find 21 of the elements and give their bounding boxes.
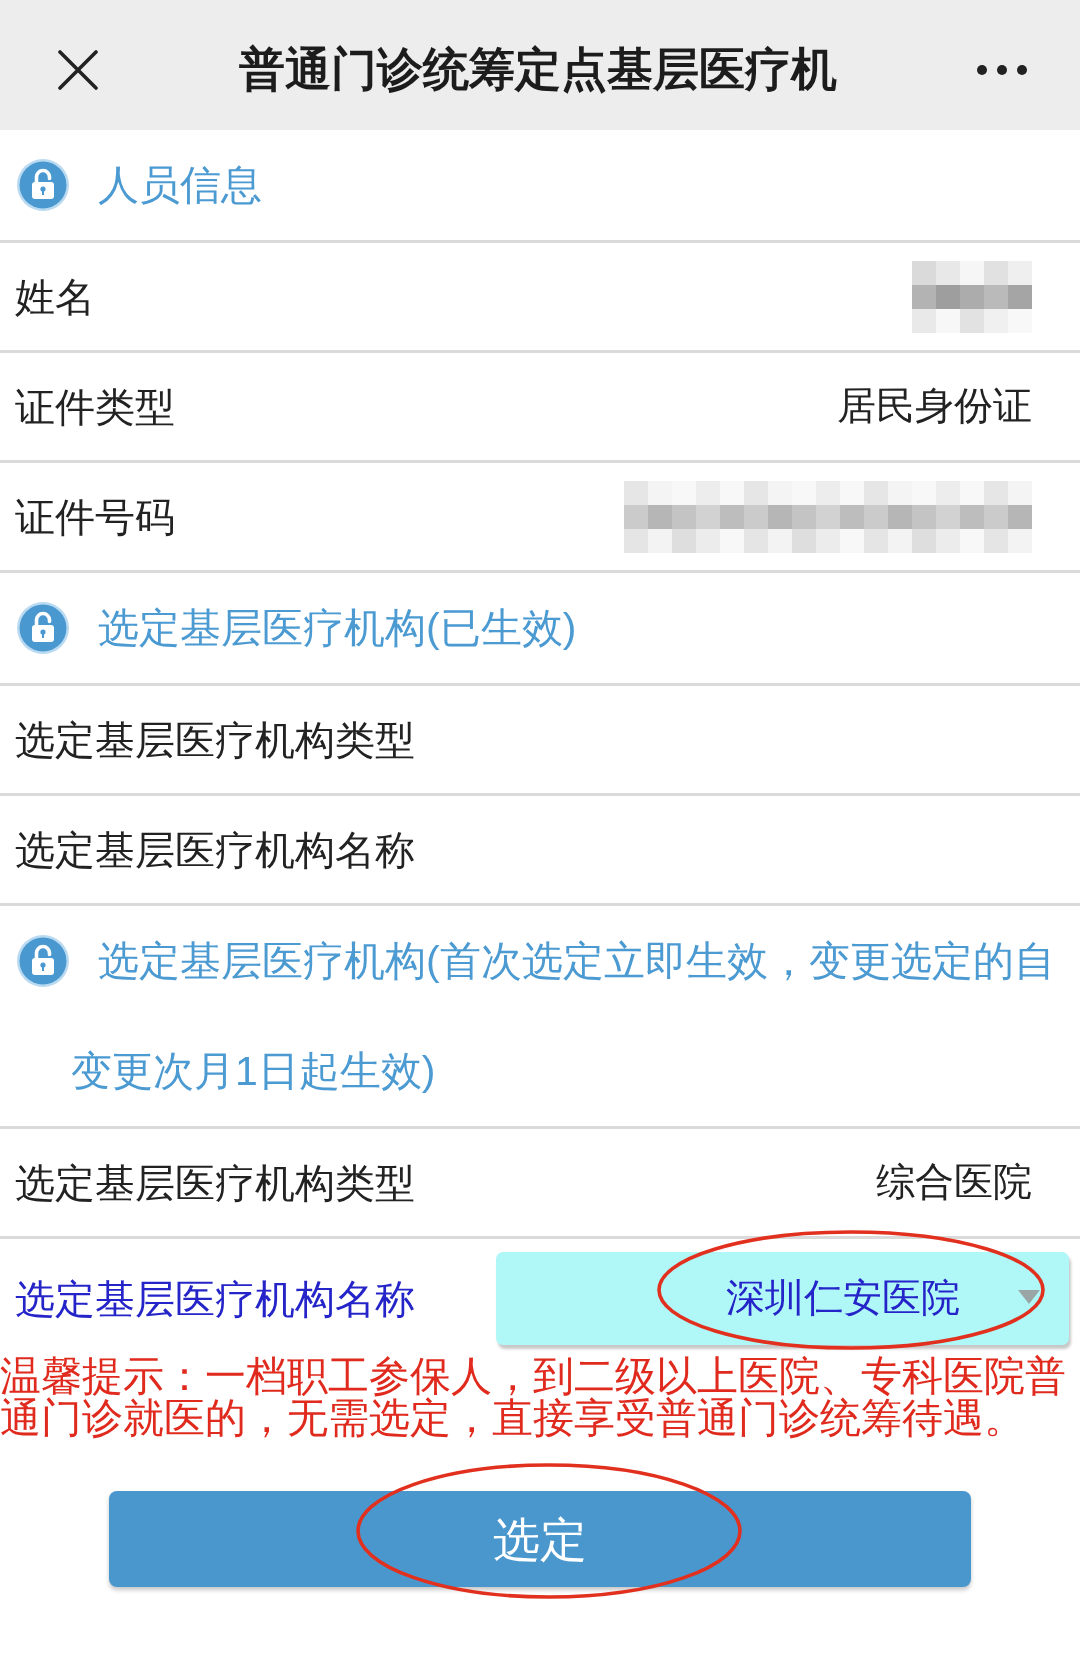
field-label: 证件号码 bbox=[15, 493, 175, 541]
more-icon bbox=[977, 65, 1027, 75]
institution-dropdown[interactable]: 深圳仁安医院 bbox=[496, 1252, 1069, 1345]
padlock-icon bbox=[17, 159, 69, 211]
section-title: 人员信息 bbox=[97, 161, 262, 210]
page-title: 普通门诊统筹定点基层医疗机 bbox=[239, 43, 837, 96]
field-label: 选定基层医疗机构名称 bbox=[15, 826, 415, 874]
field-label: 证件类型 bbox=[15, 383, 175, 431]
field-label: 选定基层医疗机构类型 bbox=[15, 716, 415, 764]
field-label: 选定基层医疗机构名称 bbox=[15, 1275, 415, 1323]
padlock-icon bbox=[17, 935, 69, 987]
notice-text: 温馨提示：一档职工参保人，到二级以上医院、专科医院普通门诊就医的，无需选定，直接享受普通门诊统筹待遇。 bbox=[0, 1352, 1067, 1439]
section-title: 选定基层医疗机构(首次选定立即生效，变更选定的自变更次月1日起生效) bbox=[71, 937, 1056, 1096]
caret-icon bbox=[1018, 1289, 1040, 1304]
close-icon bbox=[58, 50, 98, 90]
section-title: 选定基层医疗机构(已生效) bbox=[97, 604, 577, 653]
padlock-icon bbox=[17, 602, 69, 654]
field-label: 选定基层医疗机构类型 bbox=[15, 1159, 415, 1207]
field-value: 综合医院 bbox=[876, 1159, 1032, 1206]
field-label: 姓名 bbox=[15, 273, 95, 321]
field-value: 居民身份证 bbox=[837, 383, 1032, 430]
